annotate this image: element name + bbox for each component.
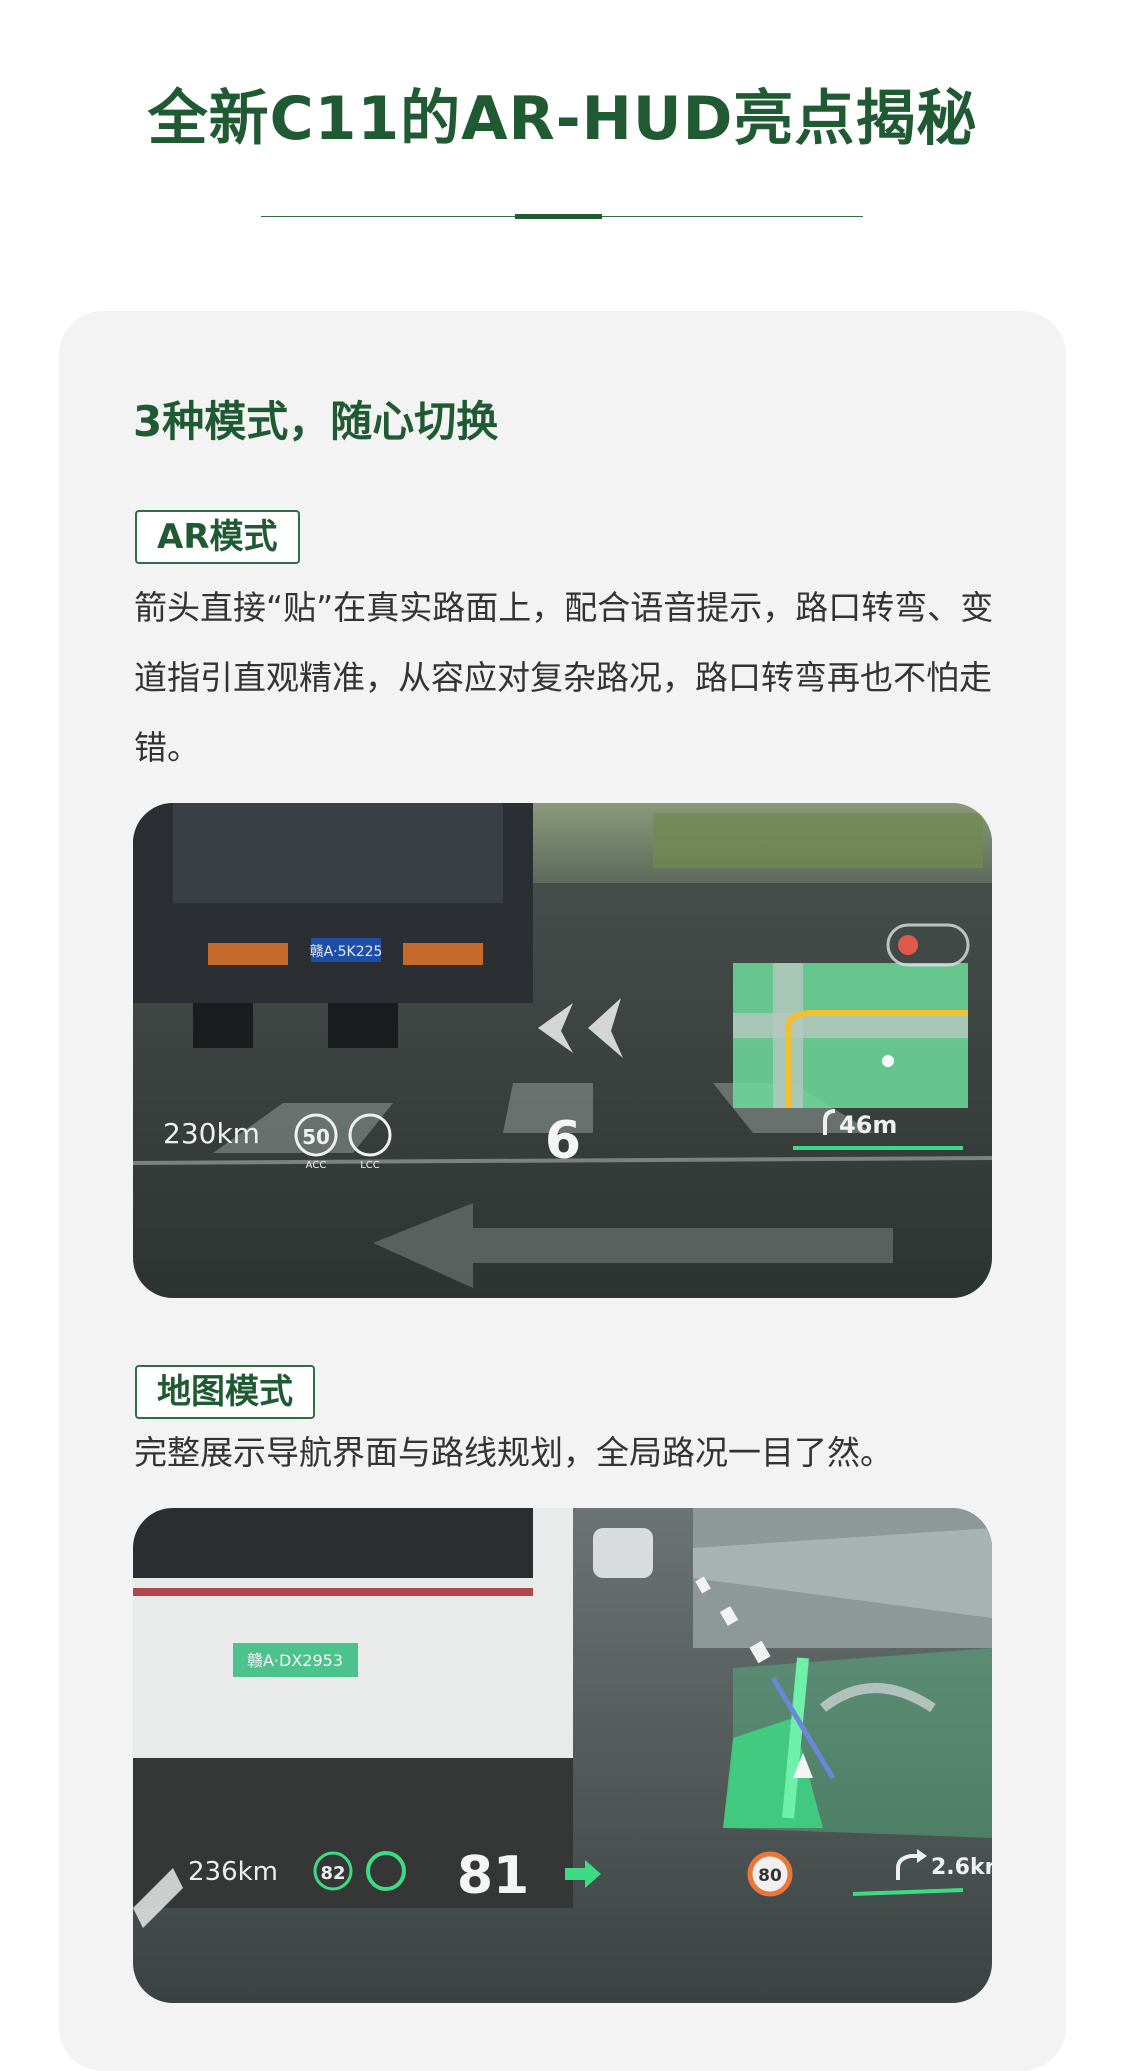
ar-hud-lcc-label: LCC (360, 1160, 380, 1171)
ar-hud-turn-distance: 46m (839, 1111, 897, 1139)
mini-map (733, 963, 968, 1108)
map-mode-photo: 赣A·DX2953 236km 82 81 80 2.6km (133, 1508, 992, 2003)
map-mode-hud-illustration: 赣A·DX2953 236km 82 81 80 2.6km (133, 1508, 992, 2003)
ar-mode-hud-illustration: 赣A·5K225 230km 50 ACC LCC 6 46m (133, 803, 992, 1298)
map-hud-speed-limit: 80 (758, 1866, 782, 1886)
map-hud-range: 236km (188, 1857, 278, 1887)
ar-hud-range: 230km (163, 1117, 260, 1150)
truck-plate: 赣A·5K225 (310, 944, 383, 960)
page-title: 全新C11的AR-HUD亮点揭秘 (147, 84, 978, 154)
section-heading: 3种模式，随心切换 (133, 397, 499, 446)
map-hud-turn-distance: 2.6km (931, 1855, 992, 1880)
title-divider-accent (515, 214, 602, 219)
ar-mode-tag: AR模式 (135, 510, 300, 564)
car-plate: 赣A·DX2953 (247, 1651, 343, 1670)
ar-hud-speed: 6 (545, 1111, 581, 1171)
ar-mode-description: 箭头直接“贴”在真实路面上，配合语音提示，路口转弯、变道指引直观精准，从容应对复… (134, 588, 994, 767)
map-mode-description: 完整展示导航界面与路线规划，全局路况一目了然。 (134, 1433, 893, 1472)
ar-hud-acc-label: ACC (306, 1160, 327, 1171)
ar-hud-acc-speed: 50 (302, 1125, 330, 1149)
map-hud-speed: 81 (457, 1846, 529, 1906)
map-hud-acc-speed: 82 (320, 1863, 345, 1884)
ar-mode-photo: 赣A·5K225 230km 50 ACC LCC 6 46m (133, 803, 992, 1298)
map-mode-tag: 地图模式 (135, 1365, 315, 1419)
nav-map (723, 1648, 992, 1838)
